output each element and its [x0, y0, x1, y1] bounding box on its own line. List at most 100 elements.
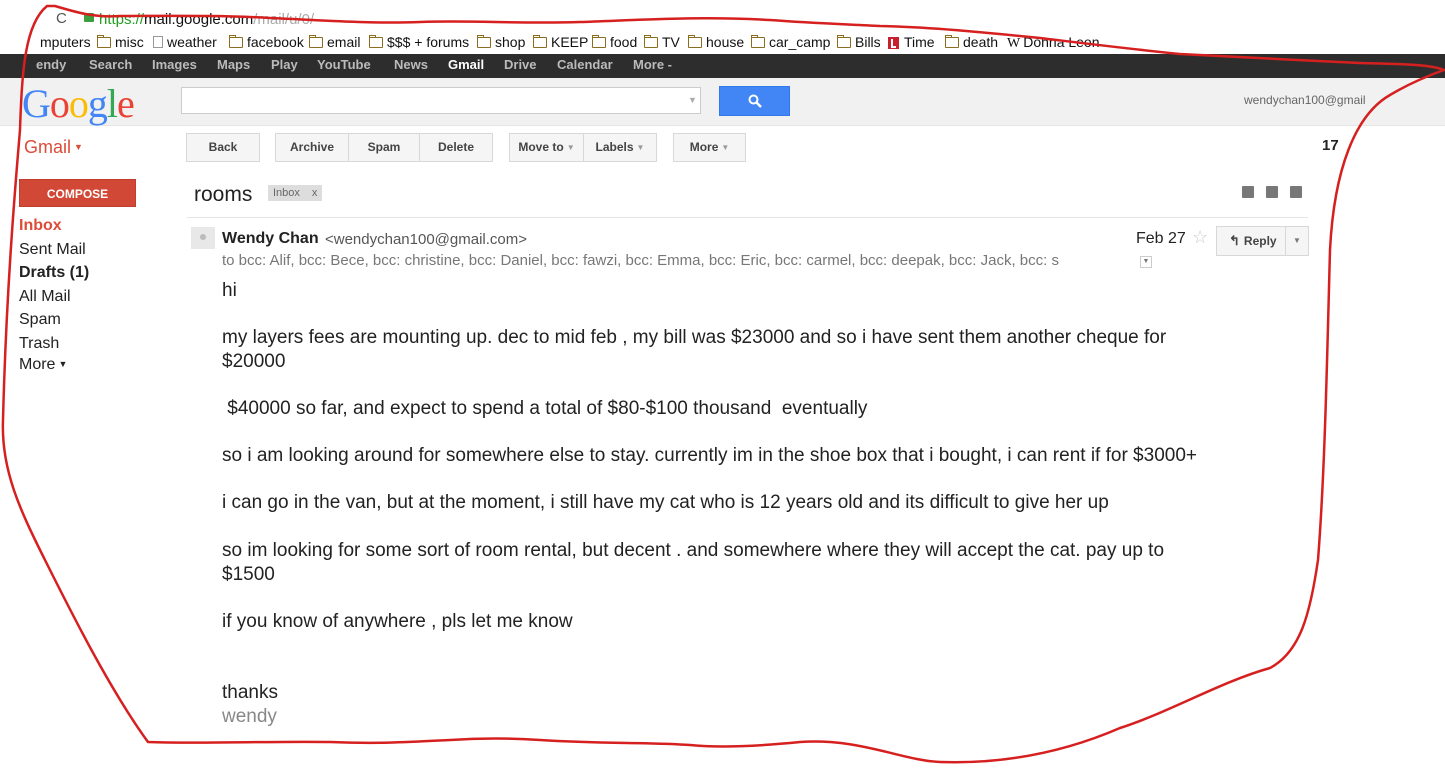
bookmark-label: Donna Leon [1023, 34, 1100, 50]
avatar [191, 227, 215, 249]
search-icon [748, 94, 762, 108]
show-details-icon[interactable]: ▼ [1140, 256, 1152, 268]
bookmarks-bar: mputers misc weather facebook email $$$ … [0, 32, 1445, 54]
bookmark-item[interactable]: house [688, 34, 744, 50]
google-bar: endy Search Images Maps Play YouTube New… [0, 54, 1445, 78]
inbox-label-chip: Inbox x [268, 185, 323, 201]
message-body-line: so im looking for some sort of room rent… [222, 540, 1165, 561]
bookmark-item[interactable]: facebook [229, 34, 304, 50]
star-icon[interactable]: ☆ [1192, 227, 1208, 248]
search-input[interactable] [181, 87, 701, 114]
sidebar-item-all-mail[interactable]: All Mail [19, 288, 71, 306]
folder-icon [477, 35, 491, 48]
message-subject: rooms [194, 183, 253, 206]
print-icon[interactable] [1266, 186, 1278, 198]
message-body-line: $1500 [222, 564, 275, 585]
move-to-button[interactable]: Move to ▼ [509, 133, 584, 162]
chevron-down-icon: ▼ [74, 142, 83, 152]
lock-icon [84, 13, 94, 22]
chevron-down-icon: ▼ [1293, 236, 1301, 245]
sidebar-item-spam[interactable]: Spam [19, 311, 61, 329]
bookmark-item[interactable]: Time [888, 34, 935, 50]
compose-button[interactable]: COMPOSE [19, 179, 136, 207]
divider [187, 217, 1308, 218]
bookmark-item[interactable]: mputers [40, 34, 91, 50]
folder-icon [229, 35, 243, 48]
folder-icon [592, 35, 606, 48]
folder-icon [309, 35, 323, 48]
message-body-line: my layers fees are mounting up. dec to m… [222, 327, 1167, 348]
gbar-link-more[interactable]: More - [633, 57, 672, 72]
gbar-link-youtube[interactable]: YouTube [317, 57, 371, 72]
bookmark-item[interactable]: Bills [837, 34, 881, 50]
remove-label-icon[interactable]: x [312, 187, 318, 199]
expand-all-icon[interactable] [1242, 186, 1254, 198]
gbar-link-news[interactable]: News [394, 57, 428, 72]
google-logo[interactable]: Google [22, 80, 135, 127]
gmail-app-menu[interactable]: Gmail ▼ [24, 137, 83, 158]
bookmark-label: Bills [855, 34, 881, 50]
bookmark-label: $$$ + forums [387, 34, 470, 50]
back-button[interactable]: Back [186, 133, 260, 162]
bookmark-item[interactable]: KEEP [533, 34, 588, 50]
bookmark-item[interactable]: food [592, 34, 637, 50]
folder-icon [97, 35, 111, 48]
folder-icon [945, 35, 959, 48]
bookmark-label: food [610, 34, 638, 50]
gbar-link-drive[interactable]: Drive [504, 57, 537, 72]
chevron-down-icon: ▼ [636, 143, 645, 152]
bookmark-item[interactable]: shop [477, 34, 525, 50]
delete-button[interactable]: Delete [419, 133, 493, 162]
gbar-link-gmail[interactable]: Gmail [448, 57, 484, 72]
sidebar-item-drafts[interactable]: Drafts (1) [19, 264, 89, 282]
bookmark-item[interactable]: death [945, 34, 998, 50]
sidebar-item-sent-mail[interactable]: Sent Mail [19, 241, 86, 259]
bookmark-item[interactable]: TV [644, 34, 680, 50]
bookmark-item[interactable]: weather [153, 34, 217, 50]
bookmark-item[interactable]: misc [97, 34, 144, 50]
bookmark-label: death [963, 34, 999, 50]
message-body-line: hi [222, 280, 237, 301]
reply-button[interactable]: ↰ Reply [1216, 226, 1286, 256]
gbar-link-images[interactable]: Images [152, 57, 197, 72]
reply-label: Reply [1243, 234, 1277, 248]
url-text[interactable]: https://mail.google.com/mail/u/0/ [99, 11, 314, 28]
bookmark-label: facebook [247, 34, 304, 50]
gbar-link-search[interactable]: Search [89, 57, 132, 72]
gbar-link-calendar[interactable]: Calendar [557, 57, 613, 72]
spam-button[interactable]: Spam [348, 133, 420, 162]
search-options-icon[interactable]: ▼ [688, 95, 697, 105]
bookmark-label: house [706, 34, 745, 50]
sidebar-item-more[interactable]: More ▼ [19, 356, 67, 374]
more-button[interactable]: More ▼ [673, 133, 746, 162]
address-bar[interactable]: C https://mail.google.com/mail/u/0/ [0, 0, 1445, 32]
sidebar-item-trash[interactable]: Trash [19, 335, 59, 353]
wikipedia-icon: W [1007, 36, 1021, 51]
new-window-icon[interactable] [1290, 186, 1302, 198]
gbar-link-profile[interactable]: endy [36, 57, 66, 72]
sidebar-item-inbox[interactable]: Inbox [19, 217, 62, 235]
url-host: mail.google.com [144, 11, 254, 28]
refresh-icon[interactable]: C [56, 10, 67, 27]
chevron-down-icon: ▼ [58, 359, 68, 369]
bookmark-item[interactable]: email [309, 34, 360, 50]
search-button[interactable] [719, 86, 790, 116]
message-date: Feb 27 [1136, 230, 1186, 247]
gmail-label: Gmail [24, 137, 72, 157]
url-scheme: https:// [99, 11, 145, 28]
gbar-link-maps[interactable]: Maps [217, 57, 250, 72]
sender-name[interactable]: Wendy Chan [222, 230, 319, 248]
message-body-line: i can go in the van, but at the moment, … [222, 492, 1109, 513]
move-to-label: Move to [518, 140, 564, 154]
account-email[interactable]: wendychan100@gmail [1244, 93, 1366, 107]
page-count: 17 [1322, 137, 1339, 154]
reply-options-button[interactable]: ▼ [1285, 226, 1309, 256]
gbar-link-play[interactable]: Play [271, 57, 298, 72]
bookmark-item[interactable]: car_camp [751, 34, 830, 50]
sidebar-more-label: More [19, 356, 56, 373]
labels-button[interactable]: Labels ▼ [583, 133, 657, 162]
bookmark-label: weather [167, 34, 217, 50]
bookmark-item[interactable]: W Donna Leon [1007, 34, 1100, 52]
archive-button[interactable]: Archive [275, 133, 349, 162]
bookmark-item[interactable]: $$$ + forums [369, 34, 469, 50]
